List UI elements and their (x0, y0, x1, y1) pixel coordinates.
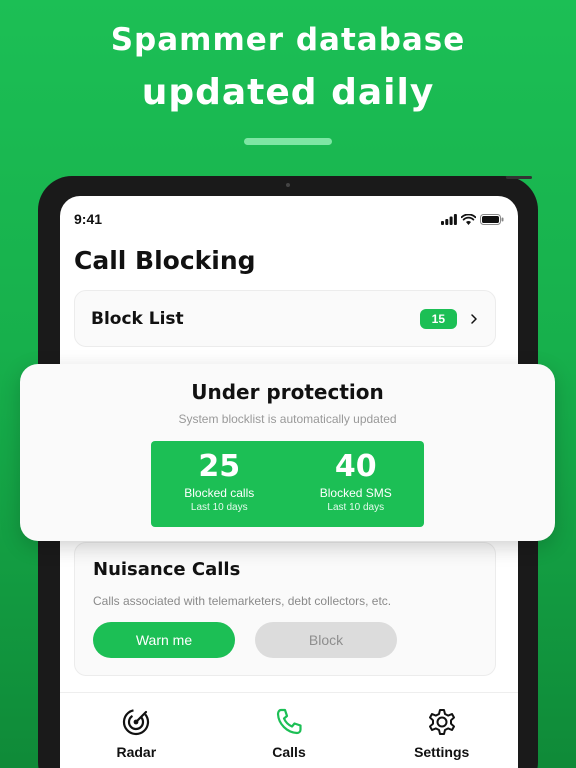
gear-icon (428, 709, 455, 735)
stat-value: 40 (334, 449, 377, 484)
nuisance-description: Calls associated with telemarketers, deb… (93, 594, 392, 608)
tab-settings[interactable]: Settings (365, 706, 518, 760)
stat-blocked-calls: 25 Blocked calls Last 10 days (151, 441, 288, 527)
tab-radar[interactable]: Radar (60, 706, 213, 760)
chevron-right-icon (471, 313, 477, 324)
tabbar-divider (60, 692, 518, 693)
tab-bar: Radar Calls Settings (60, 706, 518, 760)
page-title: Call Blocking (74, 246, 256, 275)
wifi-icon (461, 213, 476, 225)
phone-icon (276, 708, 302, 735)
stat-period: Last 10 days (190, 502, 248, 513)
warn-me-button[interactable]: Warn me (93, 622, 235, 658)
status-icons (441, 213, 504, 225)
protection-title: Under protection (191, 380, 384, 404)
block-list-count-badge: 15 (419, 308, 457, 329)
headline-line-1: Spammer database (110, 22, 466, 58)
block-list-row[interactable]: Block List 15 (74, 290, 496, 347)
nuisance-calls-card: Nuisance Calls Calls associated with tel… (74, 542, 496, 676)
stat-blocked-sms: 40 Blocked SMS Last 10 days (288, 441, 425, 527)
tab-calls-label: Calls (272, 744, 306, 760)
protection-card: Under protection System blocklist is aut… (20, 364, 555, 541)
signal-icon (441, 213, 457, 225)
stat-period: Last 10 days (327, 502, 385, 513)
tab-calls[interactable]: Calls (213, 706, 366, 760)
block-list-label: Block List (91, 308, 184, 329)
tab-settings-label: Settings (414, 744, 470, 760)
side-button (506, 176, 532, 179)
radar-icon (123, 708, 150, 736)
nuisance-title: Nuisance Calls (93, 559, 241, 580)
headline-line-2: updated daily (141, 72, 435, 113)
block-button[interactable]: Block (255, 622, 397, 658)
status-time: 9:41 (74, 211, 103, 227)
headline-underline (244, 138, 332, 145)
tab-radar-label: Radar (116, 744, 157, 760)
status-bar: 9:41 (74, 210, 504, 228)
camera-dot (286, 183, 290, 187)
stat-label: Blocked SMS (319, 486, 392, 500)
stats-panel: 25 Blocked calls Last 10 days 40 Blocked… (151, 441, 424, 527)
stat-label: Blocked calls (184, 486, 255, 500)
protection-subtitle: System blocklist is automatically update… (178, 412, 397, 426)
stat-value: 25 (198, 449, 241, 484)
battery-icon (480, 213, 504, 225)
nuisance-button-row: Warn me Block (93, 622, 477, 658)
